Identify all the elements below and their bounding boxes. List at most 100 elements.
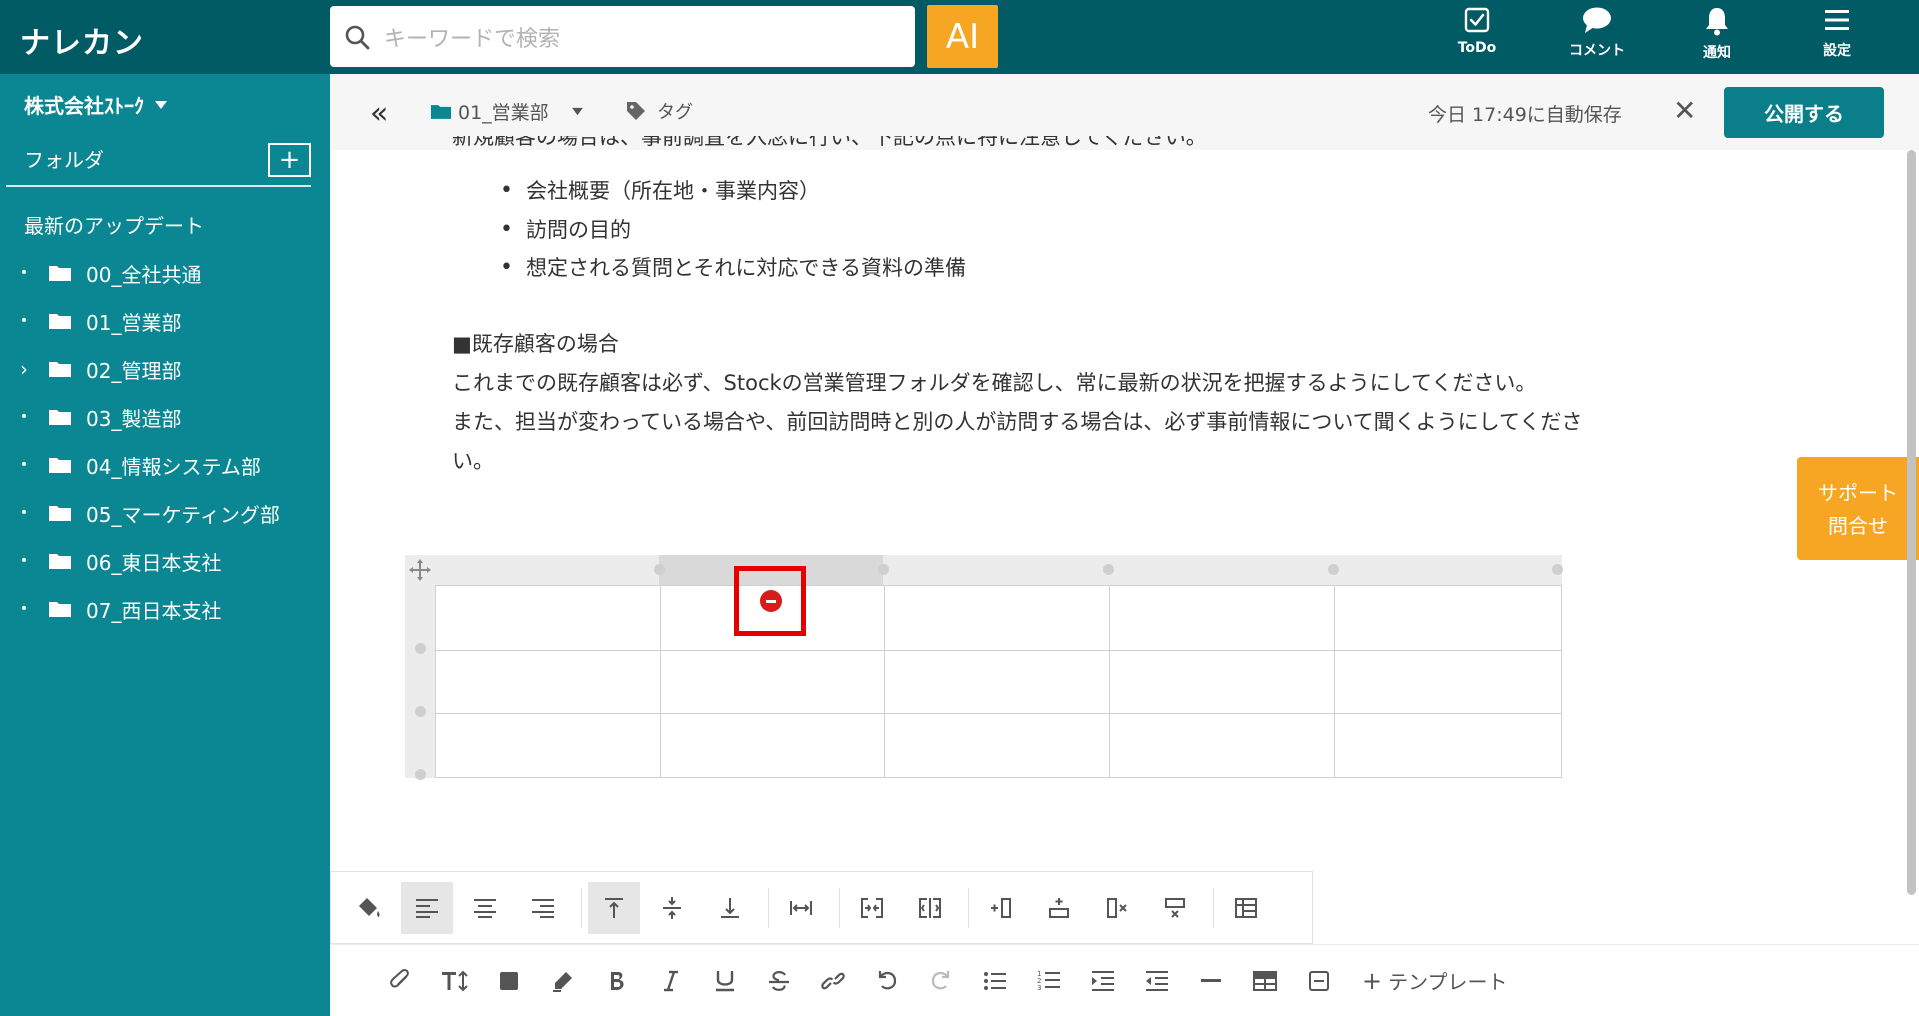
- folder-item[interactable]: › 02_管理部: [0, 345, 330, 393]
- insert-table-button[interactable]: [1238, 959, 1292, 1003]
- recent-updates-link[interactable]: 最新のアップデート: [24, 210, 204, 239]
- marker-icon: [552, 970, 574, 992]
- delete-column-icon: [1105, 897, 1129, 919]
- link-button[interactable]: [806, 959, 860, 1003]
- page-scrollbar[interactable]: [1907, 150, 1916, 895]
- column-insert-dot[interactable]: [1552, 564, 1563, 575]
- equalize-width-button[interactable]: [775, 882, 827, 934]
- folder-name: 07_西日本支社: [86, 598, 222, 623]
- editor-table[interactable]: [405, 555, 1563, 780]
- nav-todo[interactable]: ToDo: [1432, 6, 1522, 70]
- folder-item[interactable]: • 05_マーケティング部: [0, 489, 330, 537]
- add-folder-button[interactable]: +: [268, 143, 311, 177]
- move-table-icon[interactable]: [409, 559, 431, 581]
- document-body[interactable]: ■既存顧客の場合 これまでの既存顧客は必ず、Stockの営業管理フォルダを確認し…: [452, 325, 1792, 481]
- outdent-icon: [1145, 970, 1169, 992]
- close-icon[interactable]: ✕: [1673, 94, 1696, 127]
- column-handle-bar[interactable]: [405, 555, 1562, 585]
- folder-item[interactable]: • 01_営業部: [0, 297, 330, 345]
- minus-icon: [766, 599, 776, 603]
- delete-column-button[interactable]: [760, 590, 782, 612]
- folder-item[interactable]: • 04_情報システム部: [0, 441, 330, 489]
- column-divider: [884, 586, 885, 777]
- folder-item[interactable]: • 03_製造部: [0, 393, 330, 441]
- publish-button[interactable]: 公開する: [1724, 87, 1884, 138]
- column-insert-dot[interactable]: [654, 564, 665, 575]
- folder-item[interactable]: • 07_西日本支社: [0, 585, 330, 633]
- column-insert-dot[interactable]: [1328, 564, 1339, 575]
- underline-icon: [715, 970, 735, 992]
- ai-button[interactable]: AI: [927, 5, 998, 68]
- split-cells-button[interactable]: [904, 882, 956, 934]
- list-item: 訪問の目的: [500, 211, 966, 250]
- highlight-button[interactable]: [536, 959, 590, 1003]
- column-insert-dot[interactable]: [878, 564, 889, 575]
- folder-item[interactable]: • 00_全社共通: [0, 249, 330, 297]
- folder-breadcrumb[interactable]: 01_営業部: [430, 98, 584, 125]
- folder-name: 00_全社共通: [86, 262, 202, 287]
- redo-button[interactable]: [914, 959, 968, 1003]
- support-contact-tab[interactable]: サポート 問合せ: [1797, 457, 1919, 560]
- collapse-box-icon: [1308, 970, 1330, 992]
- valign-middle-button[interactable]: [646, 882, 698, 934]
- text-color-button[interactable]: [482, 959, 536, 1003]
- paperclip-icon: [390, 968, 412, 993]
- strikethrough-button[interactable]: [752, 959, 806, 1003]
- attach-button[interactable]: [374, 959, 428, 1003]
- table-grid[interactable]: [435, 585, 1562, 778]
- row-insert-dot[interactable]: [415, 643, 426, 654]
- scrollbar-thumb[interactable]: [1907, 150, 1916, 895]
- text-size-button[interactable]: [428, 959, 482, 1003]
- italic-button[interactable]: [644, 959, 698, 1003]
- undo-button[interactable]: [860, 959, 914, 1003]
- collapse-block-button[interactable]: [1292, 959, 1346, 1003]
- tag-selector[interactable]: タグ: [625, 98, 693, 124]
- cell-color-button[interactable]: [343, 882, 395, 934]
- valign-top-button[interactable]: [588, 881, 640, 934]
- numbered-list-button[interactable]: 123: [1022, 959, 1076, 1003]
- indent-button[interactable]: [1076, 959, 1130, 1003]
- table-header-button[interactable]: [1220, 882, 1272, 934]
- app-logo[interactable]: ナレカン: [20, 18, 144, 62]
- row-handle-bar[interactable]: [405, 555, 435, 778]
- search-bar[interactable]: キーワードで検索: [330, 6, 915, 67]
- insert-column-button[interactable]: [975, 882, 1027, 934]
- column-insert-dot[interactable]: [1103, 564, 1114, 575]
- bullet: •: [19, 457, 29, 473]
- chevron-right-icon[interactable]: ›: [0, 357, 48, 381]
- align-left-button[interactable]: [401, 881, 453, 934]
- delete-column-tool-button[interactable]: [1091, 882, 1143, 934]
- bullet-list-button[interactable]: [968, 959, 1022, 1003]
- insert-row-button[interactable]: [1033, 882, 1085, 934]
- nav-notification[interactable]: 通知: [1672, 6, 1762, 70]
- nav-comment[interactable]: コメント: [1552, 6, 1642, 70]
- breadcrumb-folder-name: 01_営業部: [458, 102, 549, 124]
- delete-row-button[interactable]: [1149, 882, 1201, 934]
- nav-settings[interactable]: 設定: [1792, 6, 1882, 70]
- toolbar-divider: [1213, 887, 1214, 928]
- underline-button[interactable]: [698, 959, 752, 1003]
- folder-item[interactable]: • 06_東日本支社: [0, 537, 330, 585]
- template-button[interactable]: + テンプレート: [1362, 966, 1508, 995]
- folder-icon: [48, 264, 72, 282]
- search-input[interactable]: キーワードで検索: [384, 21, 560, 53]
- tag-label: タグ: [657, 102, 693, 123]
- folder-name: 03_製造部: [86, 406, 182, 431]
- horizontal-rule-button[interactable]: [1184, 959, 1238, 1003]
- collapse-sidebar-button[interactable]: «: [370, 96, 388, 131]
- company-selector[interactable]: 株式会社ｽﾄｰｸ: [24, 90, 168, 119]
- align-right-button[interactable]: [517, 882, 569, 934]
- support-label: サポート: [1818, 481, 1898, 505]
- folder-icon: [48, 456, 72, 474]
- row-divider: [436, 650, 1561, 651]
- folder-header: フォルダ: [24, 148, 104, 172]
- outdent-button[interactable]: [1130, 959, 1184, 1003]
- row-insert-dot[interactable]: [415, 769, 426, 780]
- valign-bottom-button[interactable]: [704, 882, 756, 934]
- merge-cells-button[interactable]: [846, 882, 898, 934]
- merge-cells-icon: [860, 897, 884, 919]
- bell-icon: [1703, 6, 1731, 36]
- align-center-button[interactable]: [459, 882, 511, 934]
- bold-button[interactable]: [590, 959, 644, 1003]
- row-insert-dot[interactable]: [415, 706, 426, 717]
